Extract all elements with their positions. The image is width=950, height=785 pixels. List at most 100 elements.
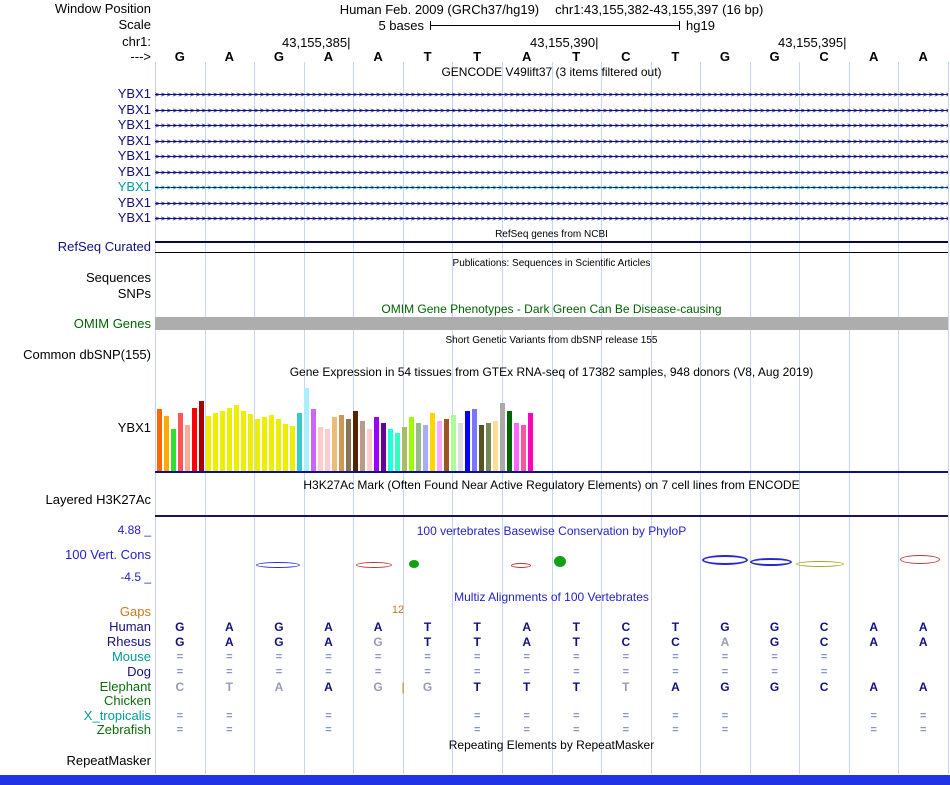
alignment-gap-mark: = <box>473 724 481 736</box>
phylop-min-label: -4.5 _ <box>120 570 151 584</box>
header: Human Feb. 2009 (GRCh37/hg19) chr1:43,15… <box>155 2 948 17</box>
gtex-tissue-bar[interactable] <box>367 429 372 471</box>
gene-item-ybx1[interactable]: >>>>>>>>>>>>>>>>>>>>>>>>>>>>>>>>>>>>>>>>… <box>155 121 948 130</box>
conservation-mark <box>511 563 531 568</box>
gtex-tissue-bar[interactable] <box>360 421 365 471</box>
gtex-tissue-bar[interactable] <box>206 416 211 471</box>
gtex-tissue-bar[interactable] <box>346 419 351 471</box>
gtex-tissue-bar[interactable] <box>234 405 239 471</box>
gene-label-ybx1[interactable]: YBX1 <box>0 196 151 209</box>
gtex-tissue-bar[interactable] <box>283 424 288 471</box>
gtex-tissue-bar[interactable] <box>220 411 225 471</box>
alignment-gap-mark: = <box>920 724 927 736</box>
gtex-tissue-bar[interactable] <box>276 419 281 471</box>
gtex-tissue-bar[interactable] <box>227 408 232 471</box>
gene-label-ybx1[interactable]: YBX1 <box>0 180 151 193</box>
gene-item-ybx1[interactable]: >>>>>>>>>>>>>>>>>>>>>>>>>>>>>>>>>>>>>>>>… <box>155 90 948 99</box>
gtex-tissue-bar[interactable] <box>353 411 358 471</box>
gtex-tissue-bar[interactable] <box>262 417 267 471</box>
omim-genes-bar[interactable] <box>155 317 948 330</box>
gtex-tissue-bar[interactable] <box>199 401 204 471</box>
alignment-base: C <box>819 635 829 649</box>
gtex-tissue-bar[interactable] <box>157 409 162 471</box>
gene-label-ybx1[interactable]: YBX1 <box>0 134 151 147</box>
alignment-base: T <box>473 620 481 634</box>
gene-label-ybx1[interactable]: YBX1 <box>0 103 151 116</box>
gtex-tissue-bar[interactable] <box>472 409 477 471</box>
gtex-tissue-bar[interactable] <box>332 417 337 471</box>
sequence-base: T <box>473 49 482 64</box>
gtex-tissue-bar[interactable] <box>388 429 393 471</box>
h3k27ac-track-line[interactable] <box>155 515 948 517</box>
alignment-base: C <box>175 680 185 694</box>
gtex-tissue-bar[interactable] <box>185 425 190 471</box>
gtex-tissue-bar[interactable] <box>458 423 463 471</box>
gtex-tissue-bar[interactable] <box>493 421 498 471</box>
gtex-tissue-bar[interactable] <box>395 433 400 471</box>
gtex-tissue-bar[interactable] <box>339 415 344 471</box>
gtex-tissue-bar[interactable] <box>479 425 484 471</box>
gtex-tissue-bar[interactable] <box>409 417 414 471</box>
gtex-tissue-bar[interactable] <box>325 429 330 471</box>
gtex-tissue-bar[interactable] <box>290 426 295 471</box>
gtex-tissue-bar[interactable] <box>304 388 309 471</box>
sequence-base: C <box>621 49 631 64</box>
gtex-tissue-bar[interactable] <box>423 425 428 471</box>
gtex-tissue-bar[interactable] <box>402 427 407 471</box>
refseq-curated-item[interactable] <box>155 241 948 243</box>
gtex-tissue-bar[interactable] <box>318 427 323 471</box>
gtex-tissue-bar[interactable] <box>500 403 505 471</box>
gene-item-ybx1[interactable]: >>>>>>>>>>>>>>>>>>>>>>>>>>>>>>>>>>>>>>>>… <box>155 168 948 177</box>
gene-label-ybx1[interactable]: YBX1 <box>0 87 151 100</box>
gene-item-ybx1[interactable]: >>>>>>>>>>>>>>>>>>>>>>>>>>>>>>>>>>>>>>>>… <box>155 106 948 115</box>
gtex-tissue-bar[interactable] <box>241 411 246 471</box>
omim-genes-label: OMIM Genes <box>73 316 151 331</box>
dbsnp-label: Common dbSNP(155) <box>23 347 151 362</box>
gene-label-ybx1[interactable]: YBX1 <box>0 211 151 224</box>
gene-label-ybx1[interactable]: YBX1 <box>0 118 151 131</box>
alignment-base: A <box>918 635 928 649</box>
gtex-tissue-bar[interactable] <box>248 414 253 471</box>
gene-label-ybx1[interactable]: YBX1 <box>0 149 151 162</box>
gtex-tissue-bar[interactable] <box>416 423 421 471</box>
gtex-tissue-bar[interactable] <box>437 421 442 471</box>
gene-item-ybx1[interactable]: >>>>>>>>>>>>>>>>>>>>>>>>>>>>>>>>>>>>>>>>… <box>155 137 948 146</box>
species-label-chicken: Chicken <box>104 693 151 708</box>
gtex-tissue-bar[interactable] <box>374 417 379 471</box>
gtex-tissue-bar[interactable] <box>213 413 218 471</box>
conservation-mark <box>796 561 844 567</box>
gtex-tissue-bar[interactable] <box>451 415 456 471</box>
alignment-gap-mark: = <box>374 651 382 663</box>
gene-item-ybx1[interactable]: >>>>>>>>>>>>>>>>>>>>>>>>>>>>>>>>>>>>>>>>… <box>155 199 948 208</box>
gtex-tissue-bar[interactable] <box>514 423 519 471</box>
omim-track-title: OMIM Gene Phenotypes - Dark Green Can Be… <box>381 302 722 316</box>
gtex-tissue-bar[interactable] <box>444 419 449 471</box>
gtex-tissue-bar[interactable] <box>164 416 169 471</box>
alignment-gap-mark: = <box>672 724 679 736</box>
gtex-tissue-bar[interactable] <box>297 413 302 471</box>
gtex-tissue-bar[interactable] <box>521 425 526 471</box>
gtex-tissue-bar[interactable] <box>255 419 260 471</box>
gene-label-ybx1[interactable]: YBX1 <box>0 165 151 178</box>
gtex-tissue-bar[interactable] <box>430 413 435 471</box>
gtex-tissue-bar[interactable] <box>192 408 197 471</box>
gtex-tissue-bar[interactable] <box>171 429 176 471</box>
alignment-base: G <box>274 635 284 649</box>
gtex-tissue-bar[interactable] <box>311 409 316 471</box>
gtex-tissue-bar[interactable] <box>381 423 386 471</box>
h3k27ac-track-title: H3K27Ac Mark (Often Found Near Active Re… <box>303 478 800 492</box>
gtex-tissue-bar[interactable] <box>528 413 533 471</box>
alignment-base: A <box>324 635 333 649</box>
gene-item-ybx1[interactable]: >>>>>>>>>>>>>>>>>>>>>>>>>>>>>>>>>>>>>>>>… <box>155 214 948 223</box>
gene-item-ybx1[interactable]: >>>>>>>>>>>>>>>>>>>>>>>>>>>>>>>>>>>>>>>>… <box>155 152 948 161</box>
alignment-gap-mark: = <box>721 710 729 722</box>
alignment-base: C <box>671 635 680 649</box>
gtex-tissue-bar[interactable] <box>465 411 470 471</box>
gtex-tissue-bar[interactable] <box>269 415 274 471</box>
gtex-tissue-bar[interactable] <box>507 411 512 471</box>
gtex-tissue-bar[interactable] <box>178 413 183 471</box>
gtex-tissue-bar[interactable] <box>486 423 491 471</box>
conservation-mark <box>750 558 792 566</box>
gene-item-ybx1[interactable]: >>>>>>>>>>>>>>>>>>>>>>>>>>>>>>>>>>>>>>>>… <box>155 183 948 192</box>
alignment-base: A <box>869 680 878 694</box>
